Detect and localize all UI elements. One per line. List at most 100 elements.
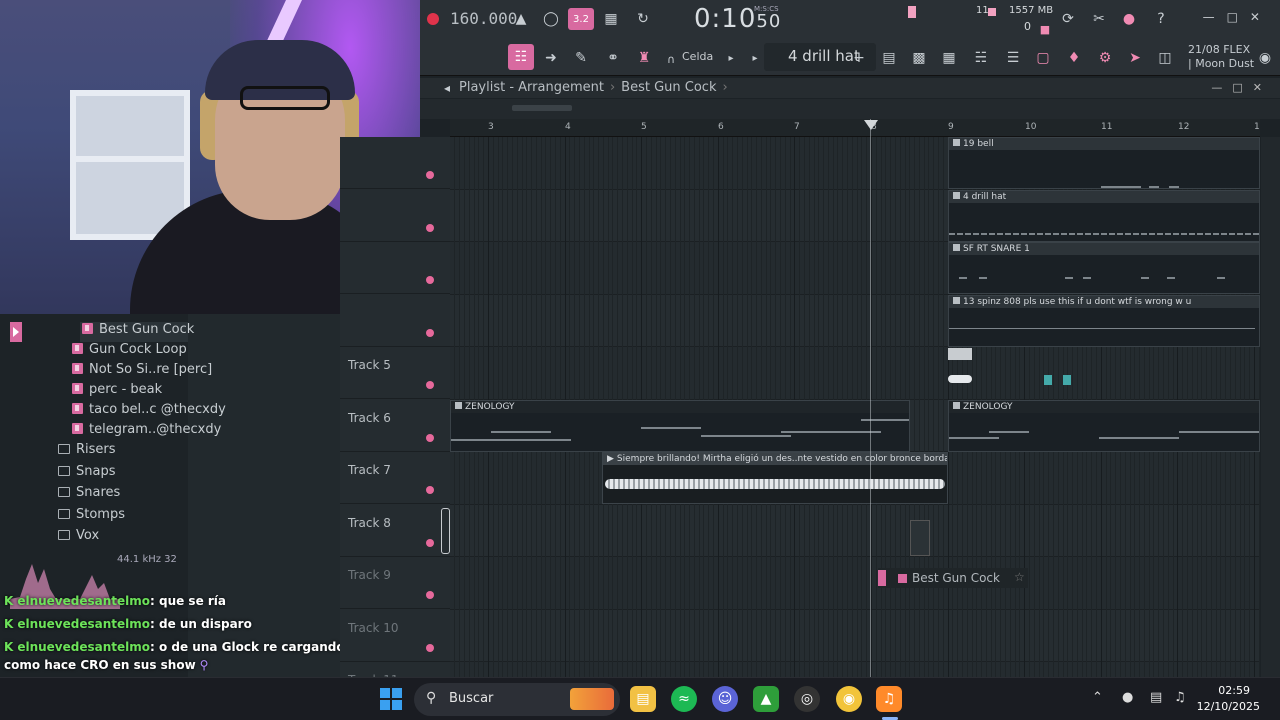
track-header-5[interactable]: Track 5 <box>340 347 450 399</box>
track-mute-dot[interactable] <box>426 171 434 179</box>
playhead-marker[interactable] <box>864 120 878 130</box>
metronome-icon[interactable]: ▲ <box>510 8 532 30</box>
file-icon[interactable]: ▢ <box>1032 47 1054 69</box>
spotify-icon[interactable]: ≈ <box>671 686 697 712</box>
scroll-thumb[interactable] <box>512 105 572 111</box>
browser-folder-snares[interactable]: Snares <box>58 485 120 505</box>
dragged-clip-ghost[interactable] <box>910 520 930 556</box>
snap-selector[interactable]: Celda <box>682 50 713 63</box>
clip-track5-b[interactable] <box>1044 375 1052 385</box>
piano-roll-icon[interactable]: ▦ <box>938 47 960 69</box>
help-icon[interactable]: ? <box>1150 8 1172 30</box>
news-title-label[interactable]: | Moon Dust <box>1188 57 1254 70</box>
arrow-right-icon[interactable]: ➜ <box>540 47 562 69</box>
track-header[interactable] <box>340 190 450 242</box>
pattern-clip-zenology-a[interactable]: ZENOLOGY <box>450 399 910 452</box>
link-icon[interactable]: ⚭ <box>602 47 624 69</box>
playlist-vertical-scroll[interactable] <box>1261 137 1280 677</box>
track-mute-dot[interactable] <box>426 486 434 494</box>
track-header-6[interactable]: Track 6 <box>340 400 450 452</box>
tray-chevron-icon[interactable]: ⌃ <box>1092 690 1103 705</box>
browser-item-best-gun-cock[interactable]: Best Gun Cock <box>80 322 194 342</box>
undo-history-icon[interactable]: ⟳ <box>1057 8 1079 30</box>
track-mute-dot[interactable] <box>426 433 434 442</box>
pattern-clip-snare[interactable]: SF RT SNARE 1 <box>948 242 1260 294</box>
send-icon[interactable]: ➤ <box>1124 47 1146 69</box>
clock-time[interactable]: 02:59 <box>1218 684 1250 697</box>
taskbar-search[interactable]: ⚲ Buscar <box>414 683 620 716</box>
playlist-window-controls[interactable]: —□✕ <box>1211 81 1272 94</box>
track-mute-dot[interactable] <box>426 328 434 337</box>
browser-folder-snaps[interactable]: Snaps <box>58 464 115 484</box>
windows-start-icon[interactable] <box>380 688 402 710</box>
track-header[interactable] <box>340 242 450 294</box>
android-studio-icon[interactable]: ▲ <box>753 686 779 712</box>
audio-clip-siempre-brillando[interactable]: ▶ Siempre brillando! Mirtha eligió un des… <box>602 452 948 504</box>
pencil-icon[interactable]: ✎ <box>570 47 592 69</box>
browser-item-perc-beak[interactable]: perc - beak <box>72 382 162 402</box>
clip-track5-wave[interactable] <box>948 375 972 383</box>
microphone-tray-icon[interactable]: ● <box>1122 690 1133 705</box>
clip-track5-a[interactable] <box>948 348 972 360</box>
tempo-display[interactable]: 160.000 <box>450 9 517 28</box>
browser-item-not-so-si[interactable]: Not So Si..re [perc] <box>72 362 212 382</box>
stamp-icon[interactable]: ♜ <box>633 47 655 69</box>
track-scroll-handle[interactable] <box>441 508 450 554</box>
pick-icon[interactable]: ⚙ <box>1094 47 1116 69</box>
scissors-icon[interactable]: ✂ <box>1088 8 1110 30</box>
loop-record-icon[interactable]: ↻ <box>632 8 654 30</box>
plugin-database-icon[interactable]: ☵ <box>970 47 992 69</box>
obs-icon[interactable]: ◎ <box>794 686 820 712</box>
playlist-grid[interactable]: 19 bell 4 drill hat SF RT SNARE 1 13 spi… <box>450 137 1260 677</box>
pattern-clip-spinz-808[interactable]: 13 spinz 808 pls use this if u dont wtf … <box>948 294 1260 347</box>
track-mute-dot[interactable] <box>426 591 434 599</box>
track-mute-dot[interactable] <box>426 276 434 284</box>
browser-tree-icon[interactable]: ☰ <box>1002 47 1024 69</box>
mixer-icon[interactable]: ▤ <box>878 47 900 69</box>
browser-folder-risers[interactable]: Risers <box>58 442 116 462</box>
chrome-icon[interactable]: ◉ <box>836 686 862 712</box>
fl-logo-icon[interactable]: ◉ <box>1254 47 1276 69</box>
playlist-mode-icon[interactable]: ☷ <box>508 44 534 70</box>
snap-arrow-icon[interactable]: ▸ <box>720 47 742 69</box>
pattern-clip-drill-hat[interactable]: 4 drill hat <box>948 189 1260 242</box>
pattern-play-icon[interactable]: ▸ <box>744 47 766 69</box>
clock-date[interactable]: 12/10/2025 <box>1197 700 1260 713</box>
wait-input-icon[interactable]: ◯ <box>540 8 562 30</box>
blend-notes-icon[interactable]: ▦ <box>600 8 622 30</box>
volume-icon[interactable]: ♫ <box>1174 690 1186 705</box>
track-mute-dot[interactable] <box>426 643 434 652</box>
track-header[interactable] <box>340 295 450 347</box>
clip-track5-c[interactable] <box>1063 375 1071 385</box>
add-pattern-icon[interactable]: + <box>848 47 870 69</box>
timeline-ruler[interactable]: 3 4 5 6 7 8 9 10 11 12 1 <box>450 119 1260 137</box>
fl-studio-icon[interactable]: ♫ <box>876 686 902 712</box>
track-mute-dot[interactable] <box>426 381 434 389</box>
track-header-9[interactable]: Track 9 <box>340 557 450 609</box>
browser-item-gun-cock-loop[interactable]: Gun Cock Loop <box>72 342 187 362</box>
pattern-step-indicator[interactable]: 3.2 <box>568 8 594 30</box>
browser-folder-stomps[interactable]: Stomps <box>58 507 125 527</box>
microphone-icon[interactable]: ● <box>1118 8 1140 30</box>
network-icon[interactable]: ▤ <box>1150 690 1162 705</box>
arrangement-name[interactable]: Best Gun Cock <box>621 80 716 95</box>
cart-icon[interactable]: ◫ <box>1154 47 1176 69</box>
record-icon[interactable] <box>427 13 439 25</box>
window-controls[interactable]: —□✕ <box>1203 10 1272 24</box>
file-explorer-icon[interactable]: ▤ <box>630 686 656 712</box>
channel-rack-icon[interactable]: ▩ <box>908 47 930 69</box>
playlist-menu-icon[interactable]: ◂ <box>436 77 458 99</box>
playlist-horizontal-scroll[interactable] <box>420 99 1280 119</box>
pattern-clip-zenology-b[interactable]: ZENOLOGY <box>948 399 1260 452</box>
plugin-icon[interactable]: ♦ <box>1063 47 1085 69</box>
track-mute-dot[interactable] <box>426 538 434 547</box>
track-header-8[interactable]: Track 8 <box>340 505 450 557</box>
track-mute-dot[interactable] <box>426 223 434 232</box>
browser-folder-vox[interactable]: Vox <box>58 528 99 548</box>
browser-item-taco-bel[interactable]: taco bel..c @thecxdy <box>72 402 226 422</box>
discord-icon[interactable]: ☺ <box>712 686 738 712</box>
magnet-icon[interactable]: ∩ <box>660 48 682 70</box>
browser-item-telegram[interactable]: telegram..@thecxdy <box>72 422 221 442</box>
pattern-clip-bell[interactable]: 19 bell <box>948 137 1260 189</box>
track-header[interactable] <box>340 137 450 189</box>
